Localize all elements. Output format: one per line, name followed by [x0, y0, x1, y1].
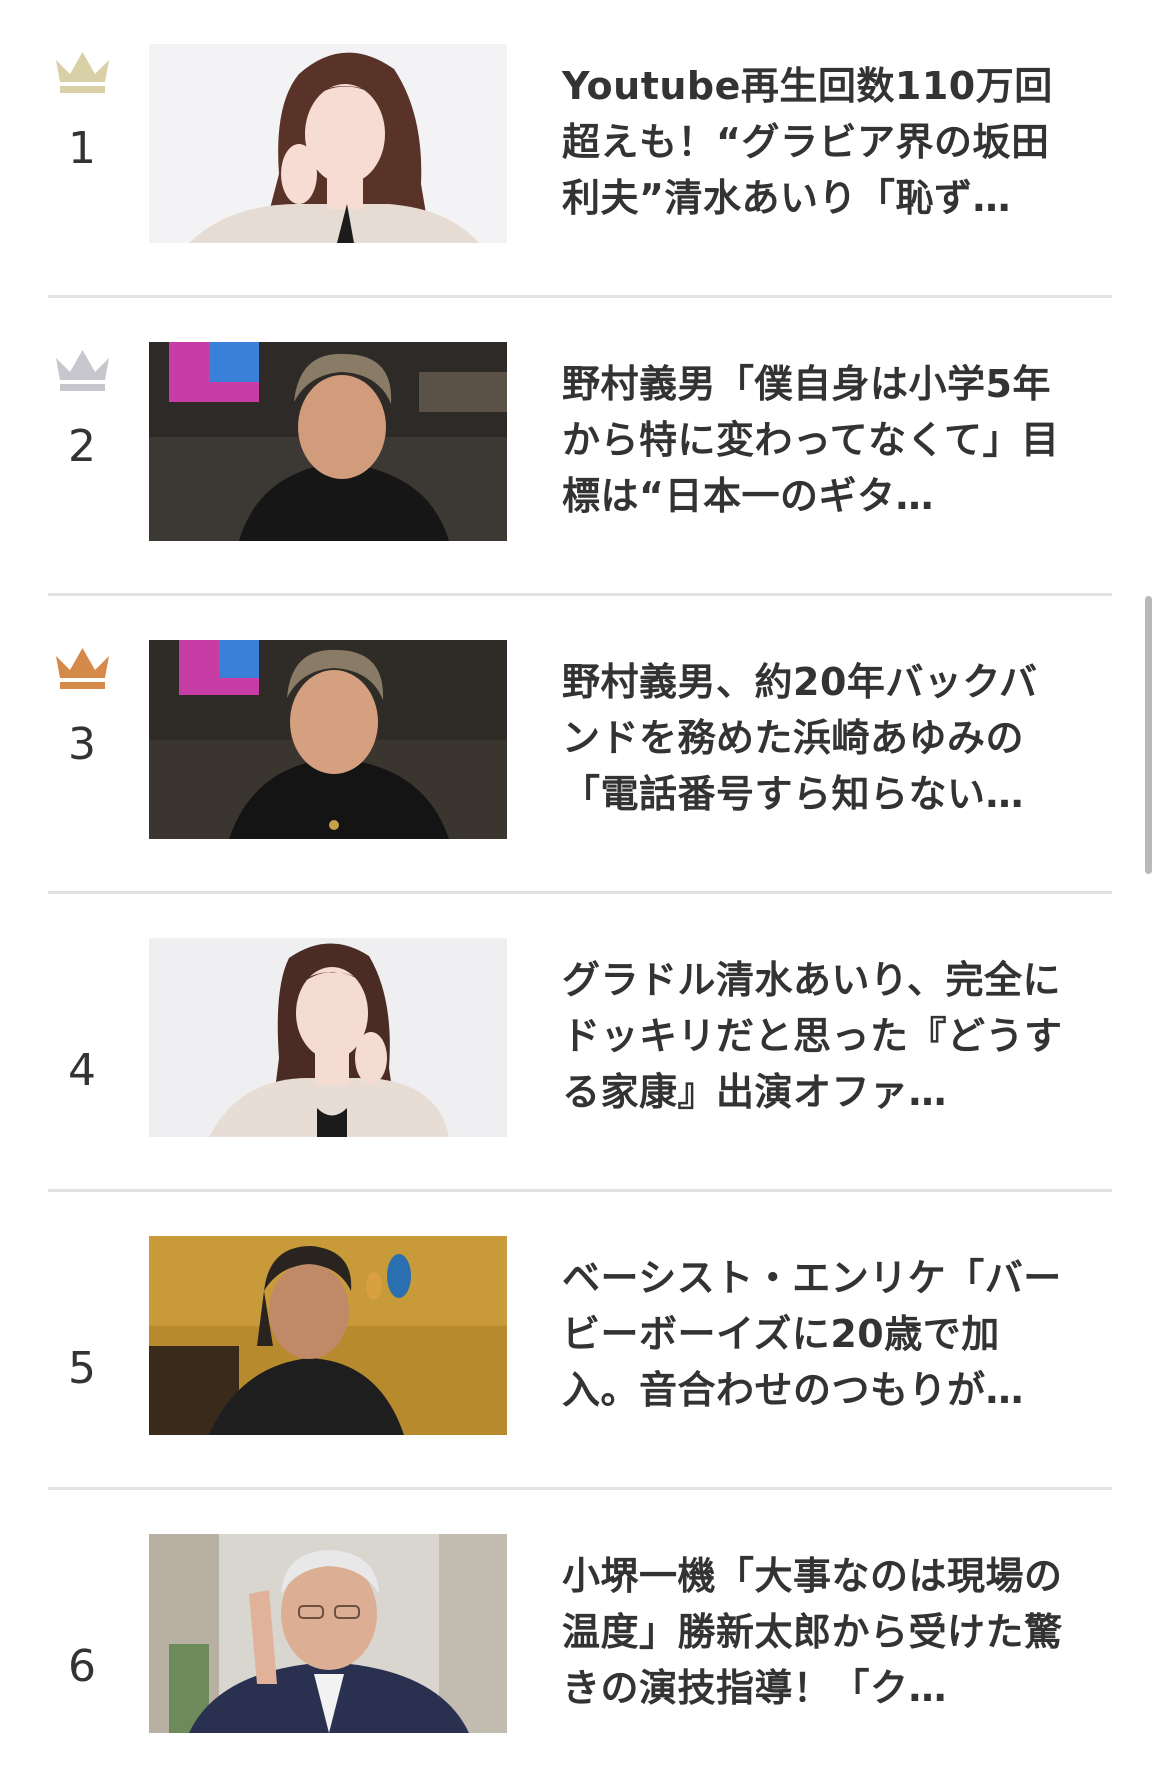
article-thumbnail[interactable] — [149, 1534, 507, 1733]
headline-line: 野村義男「僕自身は小学5年 — [562, 362, 1051, 406]
article-headline[interactable]: ベーシスト・エンリケ「バー ビーボーイズに20歳で加 入。音合わせのつもりが… — [562, 1250, 1162, 1418]
headline-line: きの演技指導！「ク… — [562, 1666, 948, 1710]
ranking-item-5[interactable]: 5 ベーシスト・エンリケ「バー ビーボーイズに20歳で加 入。音合わせのつもりが… — [48, 1192, 1112, 1490]
rank-number: 5 — [68, 1343, 96, 1394]
headline-line: 入。音合わせのつもりが… — [562, 1368, 1025, 1412]
article-thumbnail[interactable] — [149, 1236, 507, 1435]
rank-number: 2 — [68, 421, 96, 472]
headline-line: 小堺一機「大事なのは現場の — [562, 1554, 1063, 1598]
headline-line: 超えも！“グラビア界の坂田 — [562, 120, 1050, 164]
headline-line: Youtube再生回数110万回 — [562, 64, 1053, 108]
article-headline[interactable]: グラドル清水あいり、完全に ドッキリだと思った『どうす る家康』出演オファ… — [562, 952, 1162, 1120]
article-headline[interactable]: 野村義男、約20年バックバ ンドを務めた浜崎あゆみの 「電話番号すら知らない… — [562, 654, 1162, 822]
headline-line: 温度」勝新太郎から受けた驚 — [562, 1610, 1063, 1654]
rank-number: 4 — [68, 1045, 96, 1096]
rank-number: 1 — [68, 123, 96, 174]
headline-line: る家康』出演オファ… — [562, 1070, 948, 1114]
rank-indicator: 2 — [48, 342, 116, 542]
rank-indicator: 1 — [48, 44, 116, 244]
article-headline[interactable]: 小堺一機「大事なのは現場の 温度」勝新太郎から受けた驚 きの演技指導！「ク… — [562, 1548, 1162, 1716]
rank-indicator: 4 — [48, 938, 116, 1138]
headline-line: 「電話番号すら知らない… — [562, 772, 1025, 816]
article-thumbnail[interactable] — [149, 640, 507, 839]
bronze-crown-icon — [56, 648, 109, 689]
ranking-item-1[interactable]: 1 Youtube再生回数110万回 超えも！“グラビア界の坂田 利夫”清水あい… — [48, 0, 1112, 298]
headline-line: から特に変わってなくて」目 — [562, 418, 1060, 462]
article-thumbnail[interactable] — [149, 44, 507, 243]
headline-line: ンドを務めた浜崎あゆみの — [562, 716, 1025, 760]
article-thumbnail[interactable] — [149, 938, 507, 1137]
ranking-item-2[interactable]: 2 野村義男「僕自身は小学5年 から特に変わってなくて」目 標は“日本一のギタ… — [48, 298, 1112, 596]
scrollbar[interactable] — [1145, 596, 1152, 874]
headline-line: ベーシスト・エンリケ「バー — [562, 1256, 1062, 1300]
ranking-item-3[interactable]: 3 野村義男、約20年バックバ ンドを務めた浜崎あゆみの 「電話番号すら知らない… — [48, 596, 1112, 894]
rank-indicator: 3 — [48, 640, 116, 840]
rank-number: 3 — [68, 719, 96, 770]
headline-line: 利夫”清水あいり「恥ず… — [562, 176, 1011, 220]
headline-line: ビーボーイズに20歳で加 — [562, 1312, 1000, 1356]
ranking-list: 1 Youtube再生回数110万回 超えも！“グラビア界の坂田 利夫”清水あい… — [48, 0, 1112, 1788]
rank-indicator: 5 — [48, 1236, 116, 1436]
article-headline[interactable]: 野村義男「僕自身は小学5年 から特に変わってなくて」目 標は“日本一のギタ… — [562, 356, 1162, 524]
article-headline[interactable]: Youtube再生回数110万回 超えも！“グラビア界の坂田 利夫”清水あいり「… — [562, 58, 1162, 226]
headline-line: ドッキリだと思った『どうす — [562, 1014, 1063, 1058]
headline-line: グラドル清水あいり、完全に — [562, 958, 1061, 1002]
headline-line: 野村義男、約20年バックバ — [562, 660, 1038, 704]
silver-crown-icon — [56, 350, 109, 391]
ranking-item-4[interactable]: 4 グラドル清水あいり、完全に ドッキリだと思った『どうす る家康』出演オファ… — [48, 894, 1112, 1192]
ranking-item-6[interactable]: 6 小堺一機「大事なのは現場の 温度」勝新太郎から受けた驚 きの演技指導！「ク… — [48, 1490, 1112, 1788]
rank-indicator: 6 — [48, 1534, 116, 1734]
gold-crown-icon — [56, 52, 109, 93]
rank-number: 6 — [68, 1641, 96, 1692]
article-thumbnail[interactable] — [149, 342, 507, 541]
headline-line: 標は“日本一のギタ… — [562, 474, 934, 518]
